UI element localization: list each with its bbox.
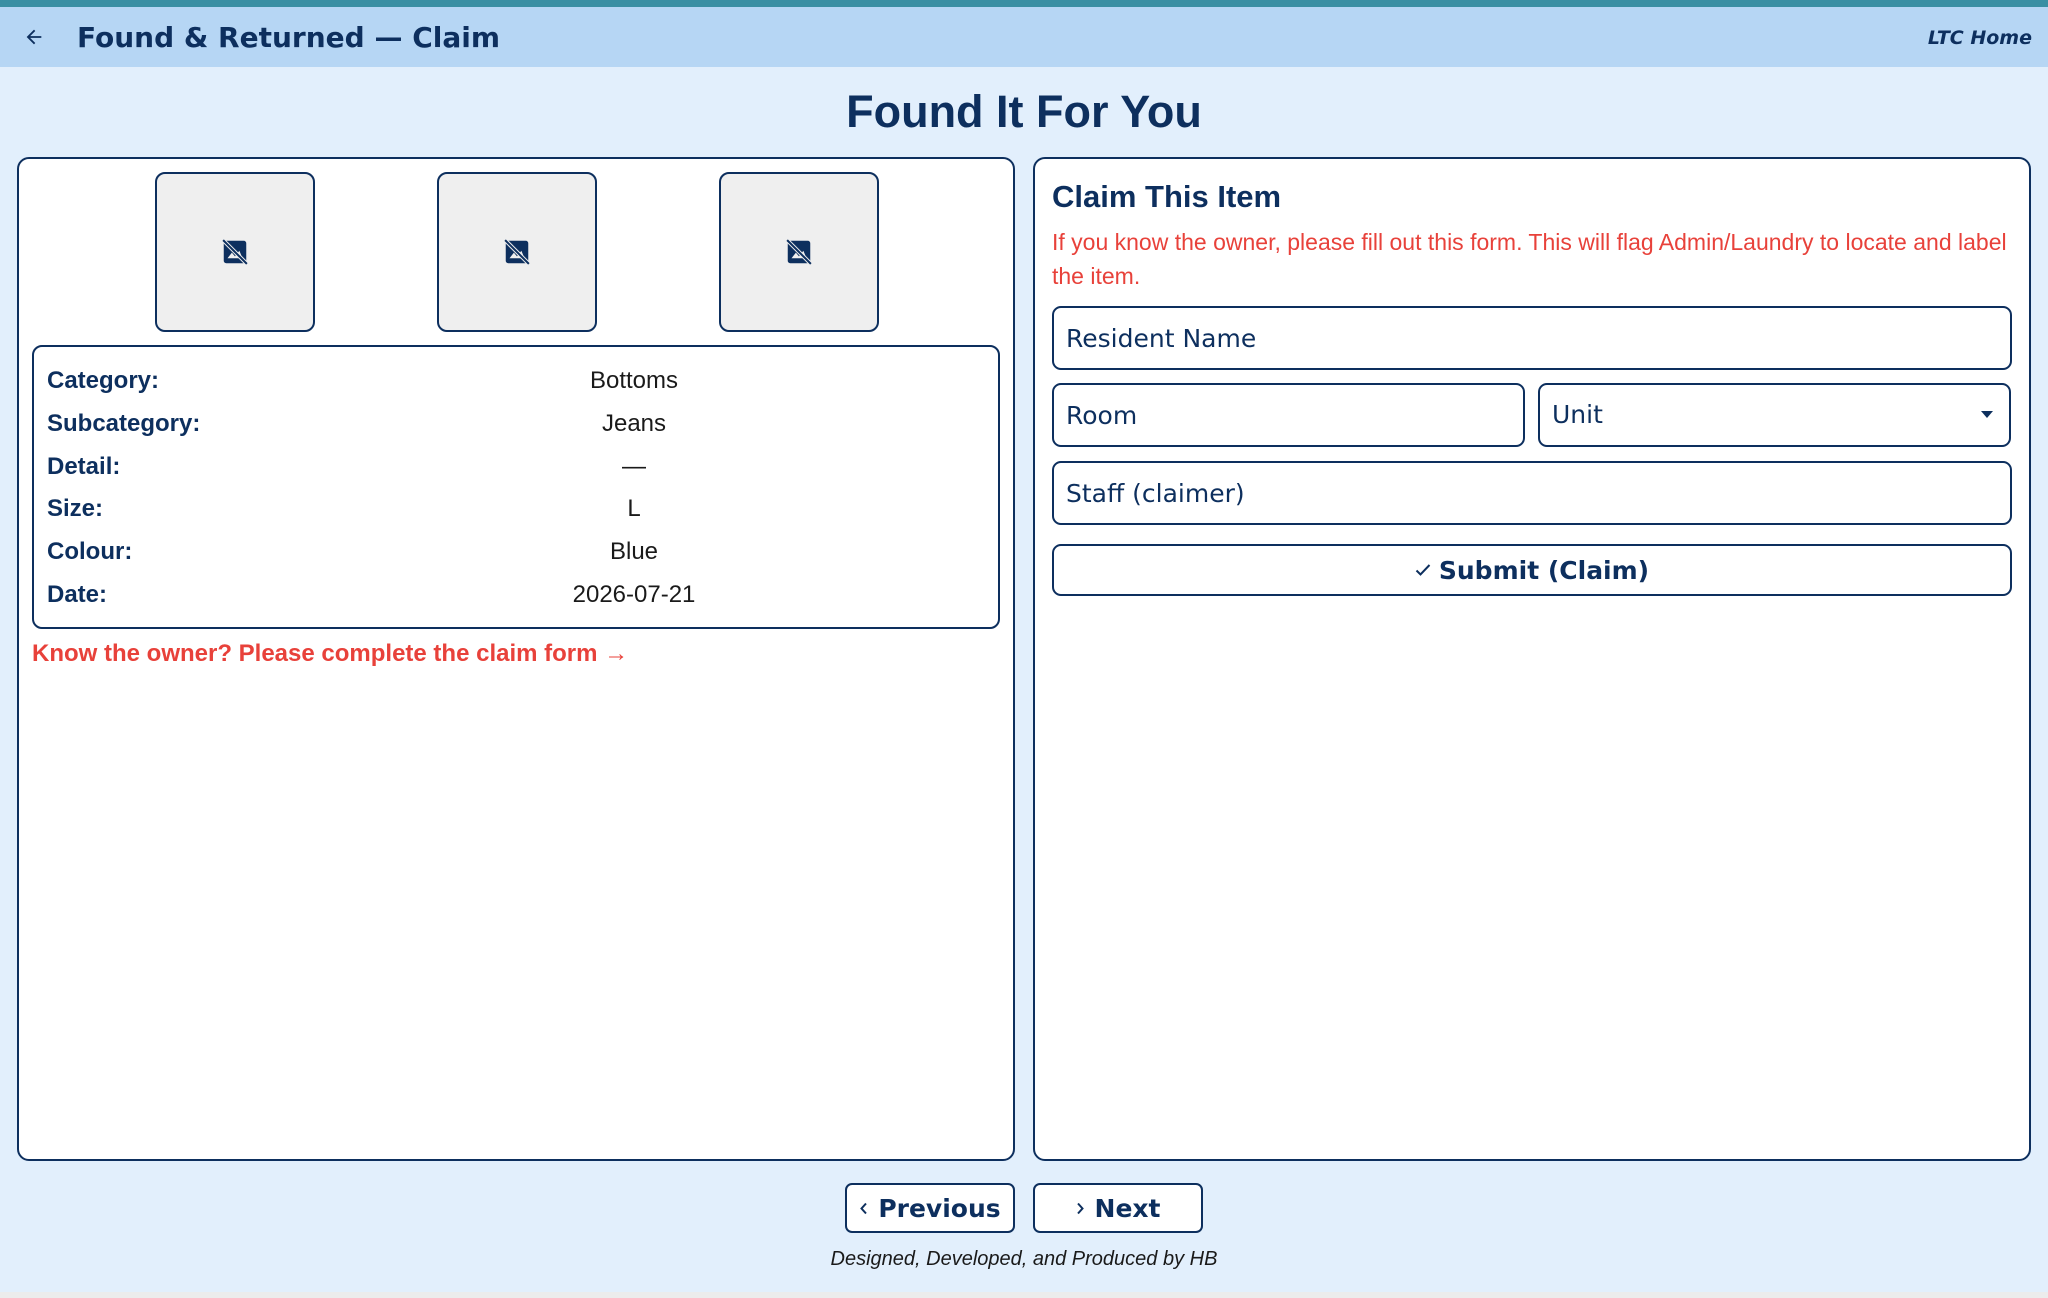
item-photo-1[interactable]: [155, 172, 315, 332]
submit-claim-button[interactable]: Submit (Claim): [1052, 544, 2012, 596]
unit-select[interactable]: Unit: [1538, 383, 2011, 447]
item-photo-2[interactable]: [437, 172, 597, 332]
detail-value: 2026-07-21: [572, 581, 696, 608]
app-bar: Found & Returned — Claim LTC Home: [0, 7, 2048, 67]
detail-row-date: Date: 2026-07-21: [34, 581, 998, 621]
submit-claim-label: Submit (Claim): [1438, 555, 1650, 585]
item-details-box: Category: Bottoms Subcategory: Jeans Det…: [32, 345, 1000, 629]
detail-row-size: Size: L: [34, 495, 998, 535]
detail-label: Category:: [47, 367, 160, 394]
detail-row-category: Category: Bottoms: [34, 367, 998, 407]
claim-form-panel: Claim This Item If you know the owner, p…: [1033, 157, 2031, 1161]
item-photo-3[interactable]: [719, 172, 879, 332]
owner-prompt: Know the owner? Please complete the clai…: [32, 640, 629, 667]
item-details-panel: Category: Bottoms Subcategory: Jeans Det…: [17, 157, 1015, 1161]
room-input[interactable]: [1052, 383, 1525, 447]
detail-row-subcategory: Subcategory: Jeans: [34, 410, 998, 450]
check-icon: [1415, 564, 1431, 576]
caret-down-icon: [1981, 411, 1993, 418]
previous-label: Previous: [878, 1193, 1001, 1223]
detail-row-colour: Colour: Blue: [34, 538, 998, 578]
claim-info-text: If you know the owner, please fill out t…: [1052, 229, 2007, 289]
image-not-supported-icon: [503, 238, 531, 266]
detail-label: Size:: [47, 495, 104, 522]
detail-label: Detail:: [47, 453, 121, 480]
previous-button[interactable]: Previous: [845, 1183, 1015, 1233]
staff-claimer-input[interactable]: [1052, 461, 2012, 525]
window-bottom-strip: [0, 1292, 2048, 1298]
home-link[interactable]: LTC Home: [1928, 27, 2032, 49]
page-title: Found It For You: [846, 86, 1202, 137]
detail-label: Colour:: [47, 538, 133, 565]
next-button[interactable]: Next: [1033, 1183, 1203, 1233]
detail-label: Subcategory:: [47, 410, 201, 437]
image-not-supported-icon: [221, 238, 249, 266]
unit-select-label: Unit: [1552, 400, 1603, 429]
detail-value: Jeans: [601, 410, 667, 437]
detail-row-detail: Detail: —: [34, 453, 998, 493]
image-not-supported-icon: [785, 238, 813, 266]
detail-value: Blue: [609, 538, 659, 565]
detail-value: Bottoms: [589, 367, 679, 394]
app-bar-title: Found & Returned — Claim: [77, 21, 501, 54]
next-label: Next: [1094, 1193, 1161, 1223]
detail-label: Date:: [47, 581, 108, 608]
arrow-left-icon: [26, 29, 42, 45]
chevron-right-icon: [1076, 1202, 1084, 1214]
detail-value: L: [627, 495, 641, 522]
chevron-left-icon: [860, 1202, 868, 1214]
window-top-strip: [0, 0, 2048, 7]
claim-heading: Claim This Item: [1052, 179, 1282, 214]
detail-value: —: [622, 453, 646, 480]
footer-credit: Designed, Developed, and Produced by HB: [830, 1248, 1218, 1270]
back-button[interactable]: [16, 19, 52, 55]
resident-name-input[interactable]: [1052, 306, 2012, 370]
